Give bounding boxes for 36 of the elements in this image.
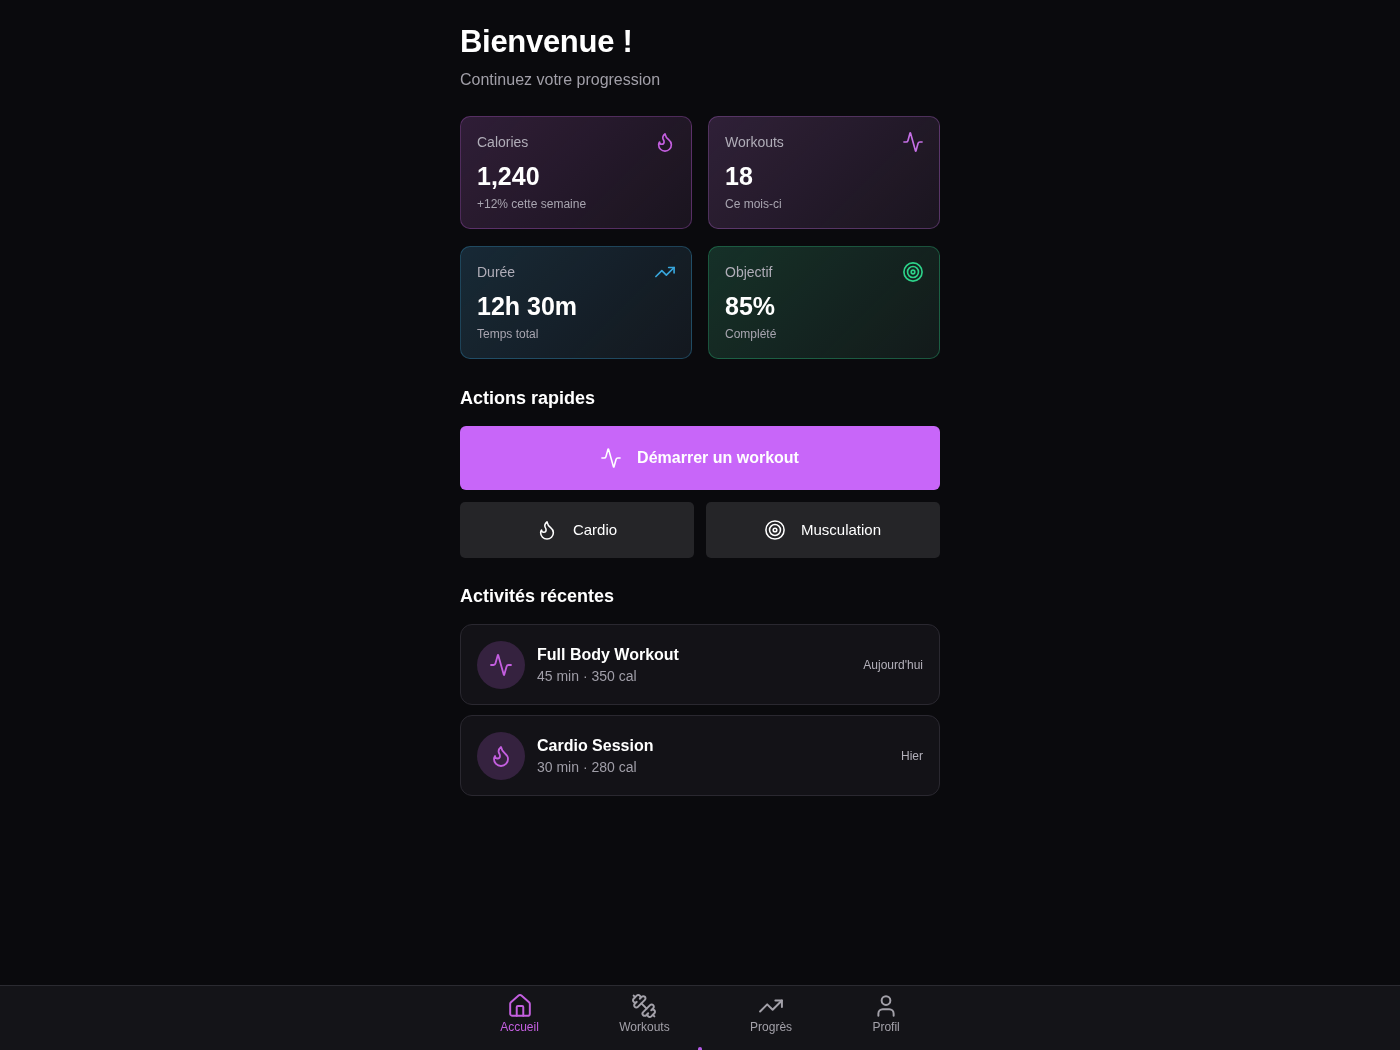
action-button[interactable]: Musculation [706, 502, 940, 558]
stat-note: Complété [725, 326, 778, 342]
stat-label: Calories [477, 133, 529, 152]
stat-label: Workouts [725, 133, 784, 152]
welcome-title: Bienvenue ! [460, 23, 634, 61]
stat-value: 85% [725, 291, 777, 322]
stat-label: Durée [477, 263, 516, 282]
stat-note: +12% cette semaine [477, 196, 588, 212]
pulse-icon [477, 640, 525, 689]
section-title: Activités récentes [460, 585, 616, 608]
activity-details: 45 min · 350 cal [537, 666, 638, 686]
nav-tab[interactable]: Workouts [615, 986, 674, 1050]
stat-value: 18 [725, 161, 754, 192]
nav-tab[interactable]: Profil [868, 986, 904, 1050]
activity-date: Aujourd'hui [863, 656, 923, 674]
stat-note: Ce mois-ci [725, 196, 783, 212]
target-icon [764, 520, 785, 540]
activity-title: Full Body Workout [537, 644, 679, 665]
pulse-icon [601, 448, 622, 468]
flame-icon [477, 731, 525, 780]
nav-tab[interactable]: Accueil [496, 986, 543, 1050]
nav-tab[interactable]: Progrès [746, 986, 797, 1050]
home-icon [507, 994, 532, 1018]
dumbbell-icon [632, 994, 657, 1018]
section-title: Actions rapides [460, 387, 597, 410]
activity-item[interactable]: Full Body Workout 45 min · 350 cal Aujourd'hui [460, 624, 940, 705]
stat-value: 1,240 [477, 161, 541, 192]
activity-item[interactable]: Cardio Session 30 min · 280 cal Hier [460, 715, 940, 796]
action-button[interactable]: Cardio [460, 502, 694, 558]
activity-title: Cardio Session [537, 735, 654, 756]
welcome-subtitle: Continuez votre progression [460, 70, 662, 90]
stat-value: 12h 30m [477, 291, 579, 322]
activity-date: Hier [901, 747, 923, 765]
activity-details: 30 min · 280 cal [537, 757, 638, 777]
stat-note: Temps total [477, 326, 540, 342]
stat-label: Objectif [725, 263, 773, 282]
